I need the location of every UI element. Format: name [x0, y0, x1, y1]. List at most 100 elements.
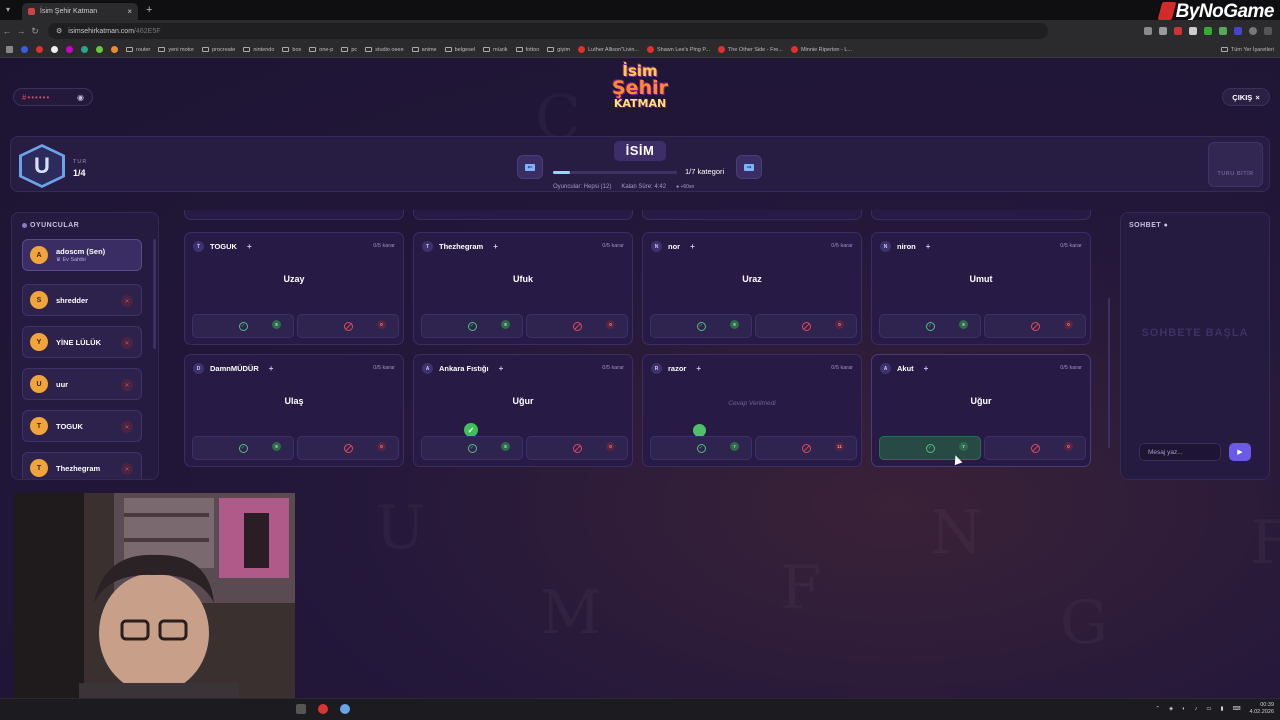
chat-message-input[interactable]: Mesaj yaz... — [1139, 443, 1221, 461]
approve-button[interactable]: ✓ 9 — [192, 314, 294, 338]
volume-icon[interactable]: ◐ — [1182, 706, 1185, 712]
reject-button[interactable]: 0 — [526, 436, 628, 460]
plus-icon[interactable]: + — [690, 242, 695, 251]
bookmark-item[interactable]: Minnie Riperton - L... — [790, 46, 852, 53]
bookmark-item[interactable]: müzik — [483, 47, 508, 53]
extension-icon[interactable] — [1204, 27, 1212, 35]
approve-button[interactable]: ✓ 9 — [421, 314, 523, 338]
extension-icon[interactable] — [1234, 27, 1242, 35]
approve-button[interactable]: ✓ 9 — [192, 436, 294, 460]
forward-icon[interactable]: → — [14, 26, 28, 36]
approve-button[interactable]: ✓ 7 — [650, 436, 752, 460]
room-code[interactable]: #•••••• ◉ — [13, 88, 93, 106]
prev-category-button[interactable]: ⇐ — [517, 155, 543, 179]
tab-search-icon[interactable]: ▾ — [6, 5, 10, 14]
reject-button[interactable]: 0 — [297, 314, 399, 338]
bookmark-item[interactable]: procreate — [202, 47, 235, 53]
bookmark-item[interactable]: giyim — [547, 47, 570, 53]
plus-icon[interactable]: + — [926, 242, 931, 251]
kick-icon[interactable]: ✕ — [121, 337, 133, 349]
bookmark-icon[interactable] — [111, 46, 118, 53]
speaker-icon[interactable]: ♪ — [1195, 706, 1198, 712]
bookmark-item[interactable]: pc — [341, 47, 357, 53]
players-scrollbar[interactable] — [153, 239, 156, 349]
language-icon[interactable]: ⌨ — [1233, 706, 1241, 712]
bookmark-item[interactable]: box — [282, 47, 301, 53]
youtube-icon[interactable] — [36, 46, 43, 53]
bookmark-item[interactable]: The Other Side - Fre... — [717, 46, 783, 53]
facebook-icon[interactable] — [21, 46, 28, 53]
answers-scrollbar[interactable] — [1108, 298, 1110, 448]
x-icon[interactable] — [51, 46, 58, 53]
tab-close-icon[interactable]: × — [127, 7, 132, 16]
plus-icon[interactable]: + — [493, 242, 498, 251]
extension-icon[interactable] — [1189, 27, 1197, 35]
plus-icon[interactable]: + — [924, 364, 929, 373]
reject-button[interactable]: 0 — [984, 436, 1086, 460]
display-icon[interactable]: ▭ — [1206, 706, 1211, 712]
reject-button[interactable]: 11 — [755, 436, 857, 460]
bookmark-item[interactable]: studio oeee — [365, 47, 404, 53]
kick-icon[interactable]: ✕ — [121, 379, 133, 391]
player-item[interactable]: T TOGUK ✕ — [22, 410, 142, 442]
extension-icon[interactable] — [1174, 27, 1182, 35]
bookmark-item[interactable]: one-p — [309, 47, 333, 53]
reload-icon[interactable]: ↻ — [28, 26, 42, 37]
bookmark-item[interactable]: nintendo — [243, 47, 274, 53]
end-round-button[interactable]: TURU BİTİR — [1208, 142, 1263, 187]
send-button[interactable]: ▶ — [1229, 443, 1251, 461]
approve-button[interactable]: ✓ 8 — [421, 436, 523, 460]
plus-icon[interactable]: + — [269, 364, 274, 373]
approve-button[interactable]: ✓ 7 — [879, 436, 981, 460]
player-item[interactable]: U uur ✕ — [22, 368, 142, 400]
player-item[interactable]: T Thezhegram ✕ — [22, 452, 142, 479]
bookmark-star-icon[interactable] — [1159, 27, 1167, 35]
approve-button[interactable]: ✓ 9 — [879, 314, 981, 338]
app-icon[interactable] — [318, 704, 328, 714]
bookmark-item[interactable]: yeni motor — [158, 47, 194, 53]
player-item[interactable]: S shredder ✕ — [22, 284, 142, 316]
browser-tab[interactable]: İsim Şehir Katman × — [22, 3, 138, 20]
bookmark-item[interactable]: router — [126, 47, 150, 53]
eye-icon[interactable]: ◉ — [77, 93, 85, 102]
site-info-icon[interactable]: ⚙ — [56, 27, 62, 35]
kick-icon[interactable]: ✕ — [121, 421, 133, 433]
bookmark-item[interactable]: fottoo — [515, 47, 539, 53]
bookmark-icon[interactable] — [96, 46, 103, 53]
steam-icon[interactable] — [340, 704, 350, 714]
back-icon[interactable]: ← — [0, 26, 14, 36]
battery-icon[interactable]: ▮ — [1221, 706, 1224, 712]
menu-icon[interactable] — [1264, 27, 1272, 35]
reject-button[interactable]: 0 — [297, 436, 399, 460]
network-icon[interactable]: ◈ — [1169, 706, 1173, 712]
apps-icon[interactable] — [6, 46, 13, 53]
bookmark-item[interactable]: belgesel — [444, 47, 475, 53]
reject-button[interactable]: 0 — [755, 314, 857, 338]
reject-button[interactable]: 0 — [984, 314, 1086, 338]
url-field[interactable]: ⚙ isimsehirkatman.com/462E5F — [48, 23, 1048, 39]
extension-icon[interactable] — [1219, 27, 1227, 35]
kick-icon[interactable]: ✕ — [121, 295, 133, 307]
bookmark-item[interactable]: Luther Allison"Livin... — [578, 46, 639, 53]
approve-button[interactable]: ✓ 9 — [650, 314, 752, 338]
tray-chevron-icon[interactable]: ⌃ — [1155, 706, 1160, 712]
bookmark-item[interactable]: anime — [411, 47, 437, 53]
reject-button[interactable]: 0 — [526, 314, 628, 338]
bookmark-icon[interactable] — [81, 46, 88, 53]
bookmark-item[interactable]: Shawn Lee's Ping P... — [646, 46, 710, 53]
all-bookmarks-item[interactable]: Tüm Yer İşaretleri — [1220, 47, 1280, 53]
next-category-button[interactable]: ⇒ — [736, 155, 762, 179]
bookmark-icon[interactable] — [66, 46, 73, 53]
plus-icon[interactable]: + — [696, 364, 701, 373]
exit-button[interactable]: ÇIKIŞ × — [1222, 88, 1270, 106]
extension-icon[interactable] — [1144, 27, 1152, 35]
profile-icon[interactable] — [1249, 27, 1257, 35]
plus-icon[interactable]: + — [499, 364, 504, 373]
clock[interactable]: 00:39 4.02.2026 — [1250, 702, 1274, 716]
terminal-icon[interactable] — [296, 704, 306, 714]
kick-icon[interactable]: ✕ — [121, 463, 133, 475]
new-tab-icon[interactable]: + — [146, 4, 152, 16]
player-item[interactable]: A adoscm (Sen) ♛ Ev Sahibi — [22, 239, 142, 271]
plus-icon[interactable]: + — [247, 242, 252, 251]
player-item[interactable]: Y YİNE LÜLÜK ✕ — [22, 326, 142, 358]
